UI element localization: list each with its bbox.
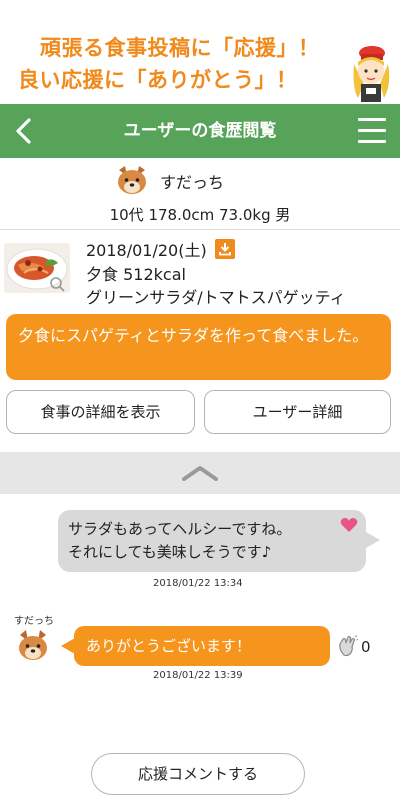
meal-photo[interactable] xyxy=(4,243,70,293)
mascot-chef-icon xyxy=(353,46,390,102)
promo-banner: 頑張る食事投稿に「応援」！ 良い応援に「ありがとう」！ xyxy=(0,0,400,104)
meal-items: グリーンサラダ/トマトスパゲッティ xyxy=(86,288,346,307)
reply-user-name: すだっち xyxy=(14,616,54,627)
collapse-toggle[interactable] xyxy=(0,452,400,494)
message-timestamp: 2018/01/22 13:34 xyxy=(153,578,243,589)
support-comment-line-1: サラダもあってヘルシーですね。 xyxy=(68,520,292,538)
page-title: ユーザーの食歴閲覧 xyxy=(123,121,277,141)
dog-avatar-icon xyxy=(118,166,146,194)
meal-detail-button[interactable]: 食事の詳細を表示 xyxy=(6,390,195,434)
clap-icon[interactable] xyxy=(338,635,358,657)
bubble-tail xyxy=(366,532,380,548)
user-name: すだっち xyxy=(160,173,225,192)
reply-timestamp: 2018/01/22 13:39 xyxy=(153,670,243,681)
bubble-tail xyxy=(61,638,75,654)
user-detail-button[interactable]: ユーザー詳細 xyxy=(204,390,391,434)
download-icon[interactable] xyxy=(214,239,235,259)
meal-card: 2018/01/20(土) 夕食 512kcal グリーンサラダ/トマトスパゲッ… xyxy=(0,231,400,307)
support-comment-bubble: サラダもあってヘルシーですね。 それにしても美味しそうです♪ xyxy=(58,510,366,572)
support-comment-button[interactable]: 応援コメントする xyxy=(91,753,305,795)
heart-icon[interactable] xyxy=(340,517,358,533)
user-info-panel: すだっち 10代 178.0cm 73.0kg 男 xyxy=(0,158,400,230)
hamburger-menu-icon[interactable] xyxy=(354,113,390,149)
app-header: ユーザーの食歴閲覧 xyxy=(0,104,400,158)
meal-comment-bubble: 夕食にスパゲティとサラダを作って食べました。 xyxy=(6,314,391,380)
meal-kcal: 夕食 512kcal xyxy=(86,265,186,284)
banner-line-2: 良い応援に「ありがとう」！ xyxy=(18,68,298,92)
clap-count: 0 xyxy=(361,638,371,656)
chevron-up-icon xyxy=(182,466,218,481)
support-comment-line-2: それにしても美味しそうです♪ xyxy=(68,543,272,561)
reply-bubble: ありがとうございます！ xyxy=(74,626,330,666)
meal-date: 2018/01/20(土) xyxy=(86,241,207,260)
user-profile-stats: 10代 178.0cm 73.0kg 男 xyxy=(109,206,291,224)
dog-avatar-icon xyxy=(19,630,47,660)
banner-line-1: 頑張る食事投稿に「応援」！ xyxy=(40,36,320,60)
meal-date-row: 2018/01/20(土) xyxy=(86,237,235,261)
